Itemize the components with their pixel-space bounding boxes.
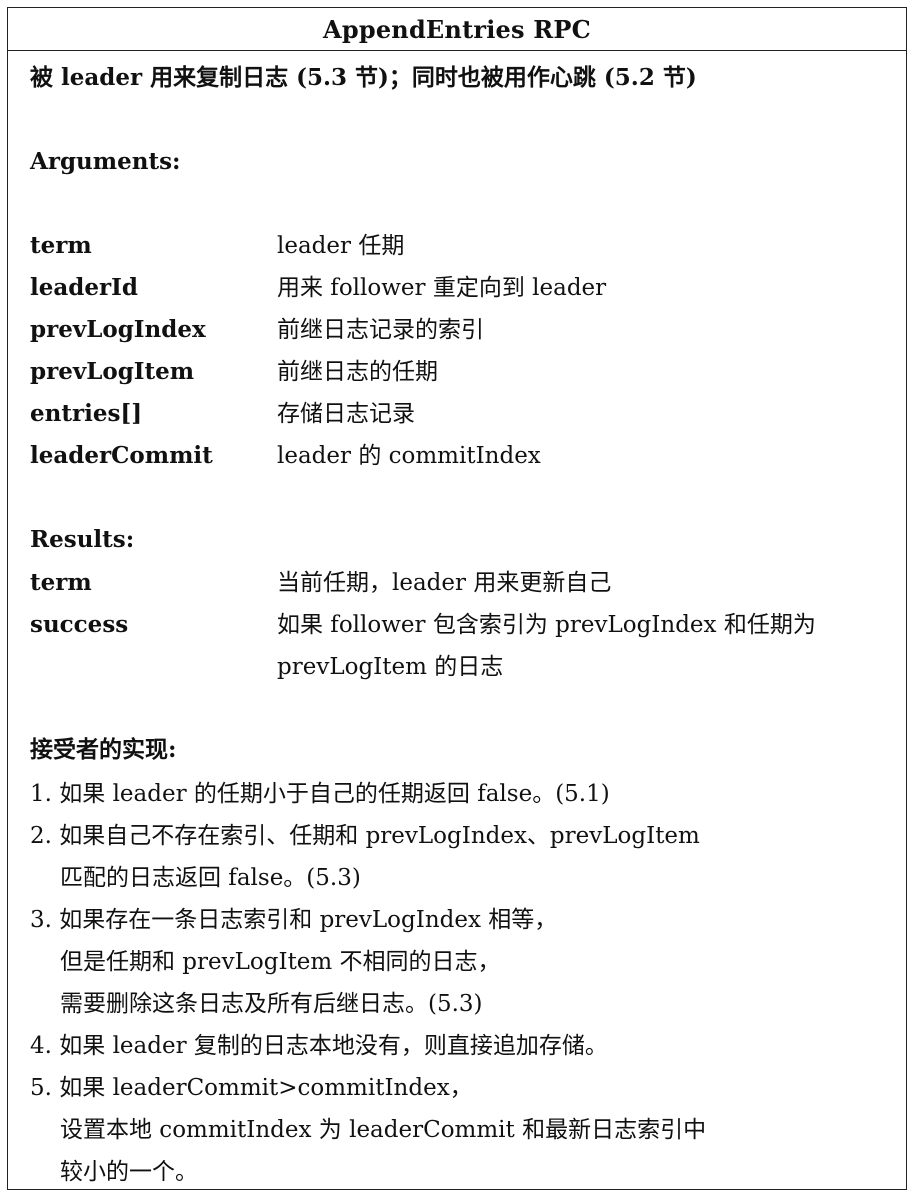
arguments-heading: Arguments: [30,148,181,175]
result-desc: 当前任期，leader 用来更新自己 [277,570,612,596]
argument-name: prevLogIndex [30,316,206,343]
receiver-heading: 接受者的实现: [30,736,177,763]
step-line: 1. 如果 leader 的任期小于自己的任期返回 false。(5.1) [30,781,610,807]
receiver-step-5: 5. 如果 leaderCommit>commitIndex， 设置本地 com… [30,1067,706,1193]
argument-desc: 前继日志记录的索引 [277,317,484,343]
rpc-spec-box: AppendEntries RPC 被 leader 用来复制日志 (5.3 节… [7,7,907,1190]
argument-name: term [30,232,92,259]
result-name: term [30,569,92,596]
step-line: 3. 如果存在一条日志索引和 prevLogIndex 相等， [30,907,558,933]
result-name: success [30,611,129,638]
argument-name: leaderCommit [30,442,213,469]
step-line: 5. 如果 leaderCommit>commitIndex， [30,1075,473,1101]
step-line: 2. 如果自己不存在索引、任期和 prevLogIndex、prevLogIte… [30,823,700,849]
step-line-continued: 较小的一个。 [60,1159,198,1185]
page-title: AppendEntries RPC [323,14,591,44]
receiver-step-2: 2. 如果自己不存在索引、任期和 prevLogIndex、prevLogIte… [30,815,700,899]
step-line-continued: 需要删除这条日志及所有后继日志。(5.3) [60,991,483,1017]
step-line-continued: 但是任期和 prevLogItem 不相同的日志， [60,949,501,975]
step-line-continued: 设置本地 commitIndex 为 leaderCommit 和最新日志索引中 [60,1117,707,1143]
title-bar: AppendEntries RPC [8,8,906,51]
receiver-step-3: 3. 如果存在一条日志索引和 prevLogIndex 相等， 但是任期和 pr… [30,899,557,1025]
argument-desc: 前继日志的任期 [277,359,438,385]
argument-desc: 用来 follower 重定向到 leader [277,275,607,301]
argument-desc: leader 任期 [277,233,405,259]
results-heading: Results: [30,526,135,553]
argument-desc: leader 的 commitIndex [277,443,541,469]
receiver-step-4: 4. 如果 leader 复制的日志本地没有，则直接追加存储。 [30,1025,608,1067]
argument-name: entries[] [30,400,143,427]
argument-desc: 存储日志记录 [277,401,415,427]
rpc-description: 被 leader 用来复制日志 (5.3 节)；同时也被用作心跳 (5.2 节) [30,64,697,91]
argument-name: prevLogItem [30,358,195,385]
argument-name: leaderId [30,274,138,301]
result-desc: 如果 follower 包含索引为 prevLogIndex 和任期为 prev… [277,612,816,680]
step-line: 4. 如果 leader 复制的日志本地没有，则直接追加存储。 [30,1033,608,1059]
receiver-step-1: 1. 如果 leader 的任期小于自己的任期返回 false。(5.1) [30,773,610,815]
step-line-continued: 匹配的日志返回 false。(5.3) [60,865,361,891]
